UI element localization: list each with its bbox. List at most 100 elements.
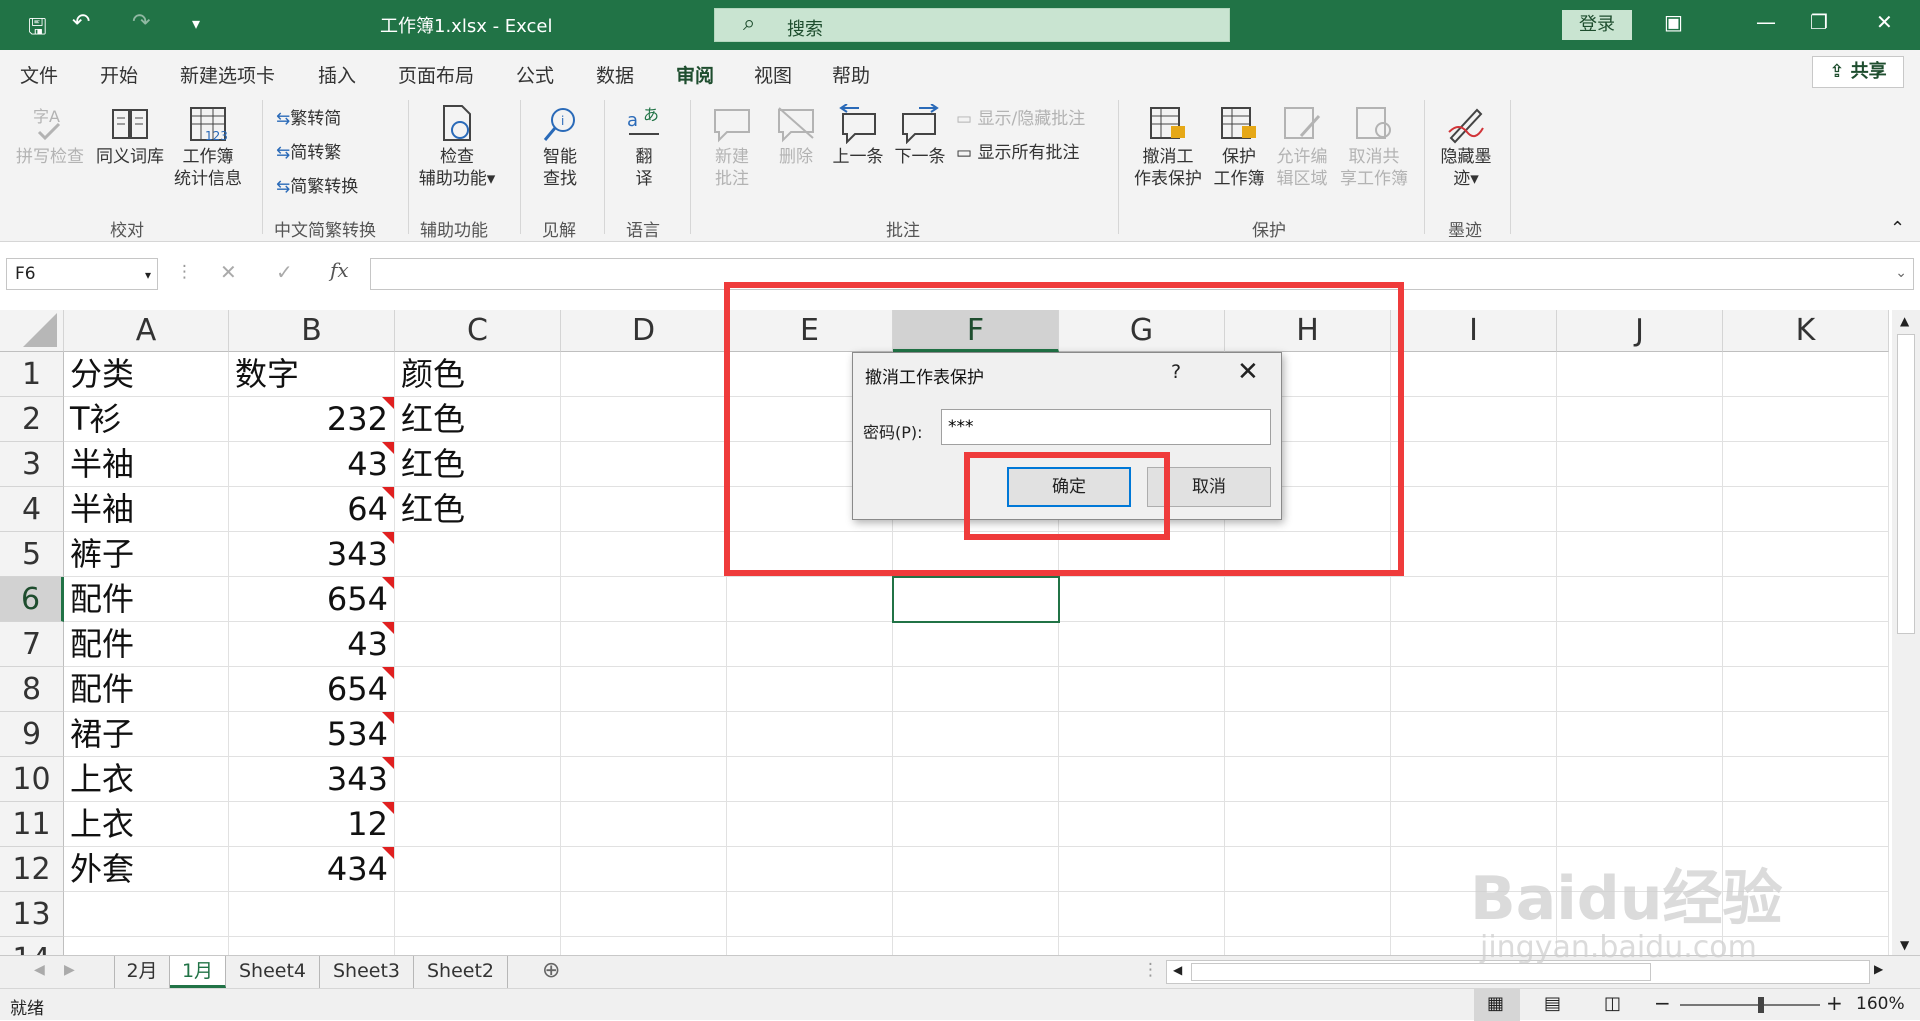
cell-K11[interactable] xyxy=(1723,802,1889,847)
cell-I3[interactable] xyxy=(1391,442,1557,487)
show-hide-comment-button[interactable]: ▭ 显示/隐藏批注 xyxy=(956,104,1085,129)
cell-A6[interactable]: 配件 xyxy=(64,577,229,622)
zoom-slider-thumb[interactable] xyxy=(1758,997,1764,1013)
cell-K2[interactable] xyxy=(1723,397,1889,442)
sheet-tab-2月[interactable]: 2月 xyxy=(114,956,170,988)
cell-A10[interactable]: 上衣 xyxy=(64,757,229,802)
scroll-left-icon[interactable]: ◀ xyxy=(1173,963,1182,977)
save-icon[interactable]: 🖫 xyxy=(28,10,47,48)
name-box[interactable]: F6 ▾ xyxy=(6,258,158,290)
tab-insert[interactable]: 插入 xyxy=(318,61,356,88)
row-header-1[interactable]: 1 xyxy=(0,352,64,397)
row-header-12[interactable]: 12 xyxy=(0,847,64,892)
cell-D5[interactable] xyxy=(561,532,727,577)
cell-E13[interactable] xyxy=(727,892,893,937)
cell-K9[interactable] xyxy=(1723,712,1889,757)
cell-B7[interactable]: 43 xyxy=(229,622,395,667)
cell-J8[interactable] xyxy=(1557,667,1723,712)
collapse-ribbon-icon[interactable]: ⌃ xyxy=(1890,218,1905,239)
tab-view[interactable]: 视图 xyxy=(754,61,792,88)
cell-D8[interactable] xyxy=(561,667,727,712)
cell-J5[interactable] xyxy=(1557,532,1723,577)
share-button[interactable]: ⇪ 共享 xyxy=(1812,56,1904,88)
cell-J6[interactable] xyxy=(1557,577,1723,622)
cell-G14[interactable] xyxy=(1059,937,1225,955)
zoom-level[interactable]: 160% xyxy=(1856,994,1905,1014)
cell-I7[interactable] xyxy=(1391,622,1557,667)
cell-D14[interactable] xyxy=(561,937,727,955)
cell-B11[interactable]: 12 xyxy=(229,802,395,847)
cell-C9[interactable] xyxy=(395,712,561,757)
column-header-K[interactable]: K xyxy=(1723,310,1889,352)
cell-D10[interactable] xyxy=(561,757,727,802)
cell-K5[interactable] xyxy=(1723,532,1889,577)
cell-C14[interactable] xyxy=(395,937,561,955)
cell-K10[interactable] xyxy=(1723,757,1889,802)
select-all-corner[interactable] xyxy=(0,310,64,352)
translate-button[interactable]: aあ 翻译 xyxy=(614,104,674,190)
ribbon-display-icon[interactable]: ▣ xyxy=(1664,10,1683,34)
row-header-2[interactable]: 2 xyxy=(0,397,64,442)
cell-D11[interactable] xyxy=(561,802,727,847)
cell-E6[interactable] xyxy=(727,577,893,622)
cell-J9[interactable] xyxy=(1557,712,1723,757)
cell-I8[interactable] xyxy=(1391,667,1557,712)
sheet-tab-sheet2[interactable]: Sheet2 xyxy=(414,956,508,988)
zoom-out-icon[interactable]: − xyxy=(1654,991,1671,1015)
row-header-10[interactable]: 10 xyxy=(0,757,64,802)
cell-E8[interactable] xyxy=(727,667,893,712)
cell-C13[interactable] xyxy=(395,892,561,937)
vertical-scrollbar[interactable]: ▲ ▼ xyxy=(1892,310,1920,955)
close-window-icon[interactable]: ✕ xyxy=(1876,10,1893,34)
cell-A5[interactable]: 裤子 xyxy=(64,532,229,577)
hide-ink-button[interactable]: 隐藏墨 迹▾ xyxy=(1434,104,1498,190)
cell-H9[interactable] xyxy=(1225,712,1391,757)
sheet-tab-sheet4[interactable]: Sheet4 xyxy=(226,956,320,988)
row-header-11[interactable]: 11 xyxy=(0,802,64,847)
cell-D7[interactable] xyxy=(561,622,727,667)
cell-A2[interactable]: T衫 xyxy=(64,397,229,442)
new-comment-button[interactable]: 新建 批注 xyxy=(702,104,762,190)
page-break-view-icon[interactable]: ◫ xyxy=(1604,993,1621,1014)
cell-E9[interactable] xyxy=(727,712,893,757)
cell-B13[interactable] xyxy=(229,892,395,937)
unshare-workbook-button[interactable]: 取消共 享工作簿 xyxy=(1336,104,1412,190)
cell-A7[interactable]: 配件 xyxy=(64,622,229,667)
cell-C5[interactable] xyxy=(395,532,561,577)
cell-E12[interactable] xyxy=(727,847,893,892)
cell-C2[interactable]: 红色 xyxy=(395,397,561,442)
column-header-I[interactable]: I xyxy=(1391,310,1557,352)
cell-J11[interactable] xyxy=(1557,802,1723,847)
cell-A12[interactable]: 外套 xyxy=(64,847,229,892)
cell-D6[interactable] xyxy=(561,577,727,622)
smart-lookup-button[interactable]: i 智能 查找 xyxy=(530,104,590,190)
cell-C3[interactable]: 红色 xyxy=(395,442,561,487)
cell-A1[interactable]: 分类 xyxy=(64,352,229,397)
search-box[interactable]: ⌕ 搜索 xyxy=(714,8,1230,42)
check-accessibility-button[interactable]: 检查 辅助功能▾ xyxy=(410,104,504,190)
cell-J7[interactable] xyxy=(1557,622,1723,667)
row-header-9[interactable]: 9 xyxy=(0,712,64,757)
cell-H6[interactable] xyxy=(1225,577,1391,622)
zoom-slider[interactable] xyxy=(1680,1004,1820,1006)
cell-H13[interactable] xyxy=(1225,892,1391,937)
next-comment-button[interactable]: 下一条 xyxy=(888,104,952,168)
cell-D13[interactable] xyxy=(561,892,727,937)
tab-data[interactable]: 数据 xyxy=(596,61,634,88)
redo-icon[interactable]: ↷ xyxy=(132,10,150,35)
cell-I10[interactable] xyxy=(1391,757,1557,802)
tab-page-layout[interactable]: 页面布局 xyxy=(398,61,474,88)
tab-formulas[interactable]: 公式 xyxy=(516,61,554,88)
column-header-B[interactable]: B xyxy=(229,310,395,352)
cell-D12[interactable] xyxy=(561,847,727,892)
cell-G7[interactable] xyxy=(1059,622,1225,667)
cell-F14[interactable] xyxy=(893,937,1059,955)
cell-C4[interactable]: 红色 xyxy=(395,487,561,532)
cell-G9[interactable] xyxy=(1059,712,1225,757)
cell-B10[interactable]: 343 xyxy=(229,757,395,802)
cell-I4[interactable] xyxy=(1391,487,1557,532)
cell-H12[interactable] xyxy=(1225,847,1391,892)
scroll-up-icon[interactable]: ▲ xyxy=(1900,314,1909,328)
column-header-C[interactable]: C xyxy=(395,310,561,352)
cell-C6[interactable] xyxy=(395,577,561,622)
